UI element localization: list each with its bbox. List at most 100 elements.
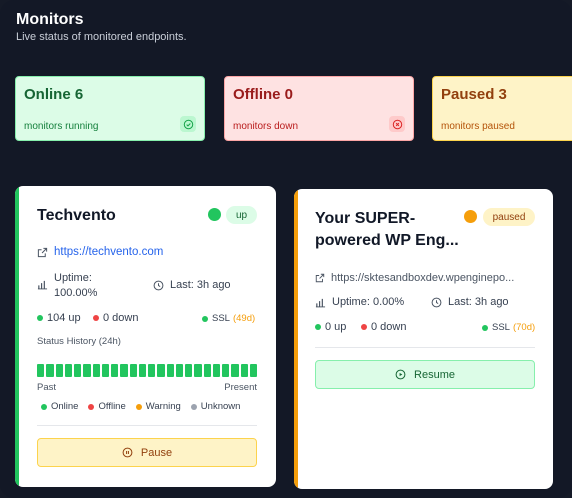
history-bar xyxy=(46,364,54,377)
up-dot xyxy=(315,324,321,330)
legend-online: Online xyxy=(41,401,78,412)
history-bar xyxy=(55,364,63,377)
clock-icon xyxy=(153,280,164,290)
history-bar xyxy=(64,364,72,377)
history-bar xyxy=(203,364,211,377)
play-icon xyxy=(395,369,406,380)
offline-count: Offline 0 xyxy=(233,86,294,103)
monitor-url-row: https://techvento.com xyxy=(37,246,163,258)
status-history-bars xyxy=(37,364,257,377)
history-present: Present xyxy=(224,382,257,393)
ssl-dot xyxy=(202,315,208,322)
history-bar xyxy=(101,364,109,377)
history-bar xyxy=(83,364,91,377)
divider xyxy=(315,347,535,348)
offline-label: monitors down xyxy=(233,121,299,132)
monitor-card-wp-engine[interactable]: Your SUPER- powered WP Eng... paused htt… xyxy=(294,189,553,489)
ssl-label: SSL xyxy=(492,322,510,333)
legend-unknown: Unknown xyxy=(190,401,240,412)
history-legend: Online Offline Warning Unknown xyxy=(41,401,240,412)
monitor-name-line1: Your SUPER- xyxy=(315,210,416,227)
history-bar xyxy=(249,364,257,377)
history-bar xyxy=(111,364,119,377)
legend-offline: Offline xyxy=(88,401,126,412)
uptime-row: Uptime: 0.00% xyxy=(315,296,404,308)
ssl-label: SSL xyxy=(212,313,230,324)
online-label: monitors running xyxy=(24,121,99,132)
history-bar xyxy=(166,364,174,377)
clock-icon xyxy=(431,297,442,307)
paused-count: Paused 3 xyxy=(441,86,507,103)
uptime-row: Uptime: 100.00% xyxy=(37,271,97,301)
pause-button[interactable]: Pause xyxy=(37,438,257,467)
monitor-name: Your SUPER- powered WP Eng... xyxy=(315,208,459,252)
history-bar xyxy=(240,364,248,377)
history-bar xyxy=(92,364,100,377)
legend-warning: Warning xyxy=(135,401,181,412)
history-bar xyxy=(157,364,165,377)
down-count: 0 down xyxy=(93,312,138,324)
ssl-days: (70d) xyxy=(512,322,536,333)
up-count: 0 up xyxy=(315,321,346,333)
pause-label: Pause xyxy=(140,446,173,459)
history-bar xyxy=(194,364,202,377)
page-subtitle: Live status of monitored endpoints. xyxy=(16,31,187,43)
uptime-label: Uptime: xyxy=(54,272,92,284)
down-dot xyxy=(93,315,99,321)
up-count-text: 104 up xyxy=(47,312,81,324)
history-bar xyxy=(185,364,193,377)
history-bar xyxy=(37,364,45,377)
history-bar xyxy=(138,364,146,377)
check-circle-icon xyxy=(180,116,196,132)
external-link-icon xyxy=(37,247,48,257)
monitor-url-row: https://sktesandboxdev.wpenginepo... xyxy=(315,272,514,284)
page-title: Monitors xyxy=(16,11,84,28)
bar-chart-icon xyxy=(315,298,326,307)
pause-icon xyxy=(122,447,133,458)
history-bar xyxy=(74,364,82,377)
up-dot xyxy=(37,315,43,321)
status-dot xyxy=(464,210,477,223)
uptime-value: 100.00% xyxy=(54,287,98,299)
history-bar xyxy=(212,364,220,377)
status-badge: up xyxy=(226,206,257,224)
last-check-text: Last: 3h ago xyxy=(170,279,231,291)
offline-stat-card[interactable]: Offline 0 monitors down xyxy=(224,76,414,141)
last-check-row: Last: 3h ago xyxy=(153,279,231,291)
monitor-url-link[interactable]: https://techvento.com xyxy=(54,246,163,258)
divider xyxy=(37,425,257,426)
resume-label: Resume xyxy=(414,368,455,381)
paused-stat-card[interactable]: Paused 3 monitors paused xyxy=(432,76,572,141)
status-bar xyxy=(294,189,298,489)
x-circle-icon xyxy=(389,116,405,132)
last-check-text: Last: 3h ago xyxy=(448,296,509,308)
resume-button[interactable]: Resume xyxy=(315,360,535,389)
monitor-url-text[interactable]: https://sktesandboxdev.wpenginepo... xyxy=(331,272,514,284)
online-stat-card[interactable]: Online 6 monitors running xyxy=(15,76,205,141)
status-bar xyxy=(15,186,19,487)
uptime-text: Uptime: 0.00% xyxy=(332,296,405,308)
history-bar xyxy=(175,364,183,377)
status-badge: paused xyxy=(483,208,535,226)
external-link-icon xyxy=(315,273,325,283)
up-count: 104 up xyxy=(37,312,81,324)
down-count-text: 0 down xyxy=(371,321,407,333)
down-dot xyxy=(361,324,367,330)
history-past: Past xyxy=(37,382,57,393)
ssl-info: SSL (70d) xyxy=(482,322,535,333)
paused-label: monitors paused xyxy=(441,121,515,132)
status-dot xyxy=(208,208,221,221)
history-bar xyxy=(148,364,156,377)
up-count-text: 0 up xyxy=(325,321,347,333)
history-label: Status History (24h) xyxy=(37,336,121,347)
ssl-days: (49d) xyxy=(232,313,256,324)
bar-chart-icon xyxy=(37,280,48,290)
online-count: Online 6 xyxy=(24,86,84,103)
ssl-dot xyxy=(482,324,488,331)
monitor-name-line2: powered WP Eng... xyxy=(315,232,459,249)
monitor-card-techvento[interactable]: Techvento up https://techvento.com Uptim… xyxy=(15,186,276,487)
monitors-page: Monitors Live status of monitored endpoi… xyxy=(0,0,572,498)
ssl-info: SSL (49d) xyxy=(202,313,255,324)
last-check-row: Last: 3h ago xyxy=(431,296,509,308)
history-bar xyxy=(129,364,137,377)
